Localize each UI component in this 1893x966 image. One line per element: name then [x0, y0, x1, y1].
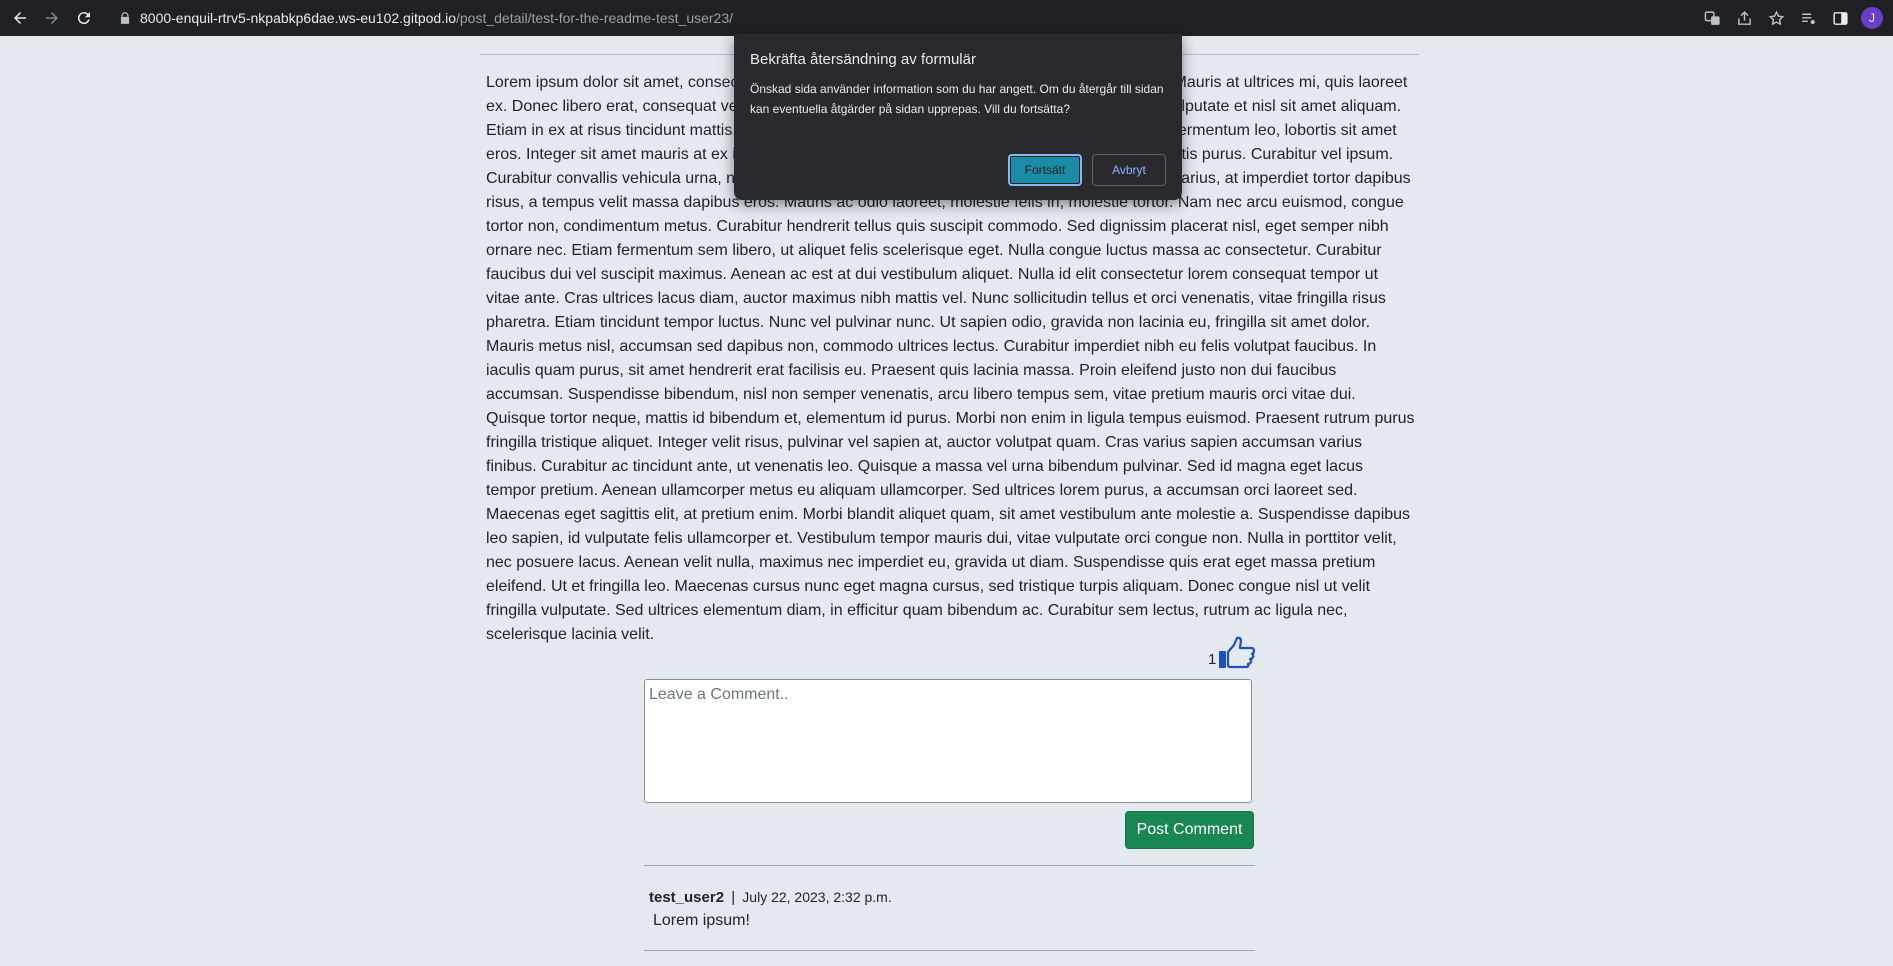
- translate-icon: [1704, 10, 1720, 25]
- reload-button[interactable]: [72, 6, 96, 30]
- url-host: 8000-enquil-rtrv5-nkpabkp6dae.ws-eu102.g…: [140, 9, 456, 26]
- url-path: /post_detail/test-for-the-readme-test_us…: [455, 9, 734, 26]
- comment-input[interactable]: [644, 679, 1252, 803]
- arrow-right-icon: [46, 12, 58, 24]
- dialog-continue-button[interactable]: Fortsätt: [1008, 154, 1082, 186]
- arrow-left-icon: [14, 12, 26, 24]
- comment-divider-top: [644, 865, 1255, 866]
- comment-separator: |: [731, 889, 736, 906]
- dialog-title: Bekräfta återsändning av formulär: [750, 51, 976, 68]
- post-comment-button[interactable]: Post Comment: [1125, 811, 1254, 849]
- share-icon: [1737, 10, 1751, 25]
- browser-toolbar: 8000-enquil-rtrv5-nkpabkp6dae.ws-eu102.g…: [0, 0, 1893, 36]
- dialog-message: Önskad sida använder information som du …: [750, 82, 1164, 116]
- comment-date: July 22, 2023, 2:32 p.m.: [742, 889, 892, 905]
- star-icon: [1768, 9, 1784, 25]
- comment-text: Lorem ipsum!: [653, 912, 750, 929]
- side-panel-button[interactable]: [1829, 7, 1851, 29]
- playlist-icon: [1801, 13, 1815, 24]
- profile-avatar[interactable]: J: [1861, 7, 1883, 29]
- comment-meta: test_user2 | July 22, 2023, 2:32 p.m.: [649, 889, 892, 906]
- thumbs-up-icon[interactable]: [1218, 636, 1256, 670]
- back-button[interactable]: [8, 6, 32, 30]
- bookmark-button[interactable]: [1765, 7, 1787, 29]
- dialog-cancel-button[interactable]: Avbryt: [1092, 154, 1166, 186]
- media-control-button[interactable]: [1797, 7, 1819, 29]
- like-section: 1: [1208, 636, 1256, 670]
- forward-button[interactable]: [40, 6, 64, 30]
- side-panel-icon: [1832, 11, 1848, 25]
- like-count: 1: [1208, 651, 1217, 668]
- reload-icon: [77, 12, 90, 25]
- address-bar[interactable]: 8000-enquil-rtrv5-nkpabkp6dae.ws-eu102.g…: [110, 5, 1660, 30]
- lock-icon: [120, 11, 130, 24]
- translate-button[interactable]: [1701, 7, 1723, 29]
- comment-author: test_user2: [649, 889, 725, 906]
- comment-divider-bottom: [644, 950, 1255, 951]
- resubmit-dialog: Bekräfta återsändning av formulär Önskad…: [734, 34, 1182, 200]
- share-button[interactable]: [1733, 7, 1755, 29]
